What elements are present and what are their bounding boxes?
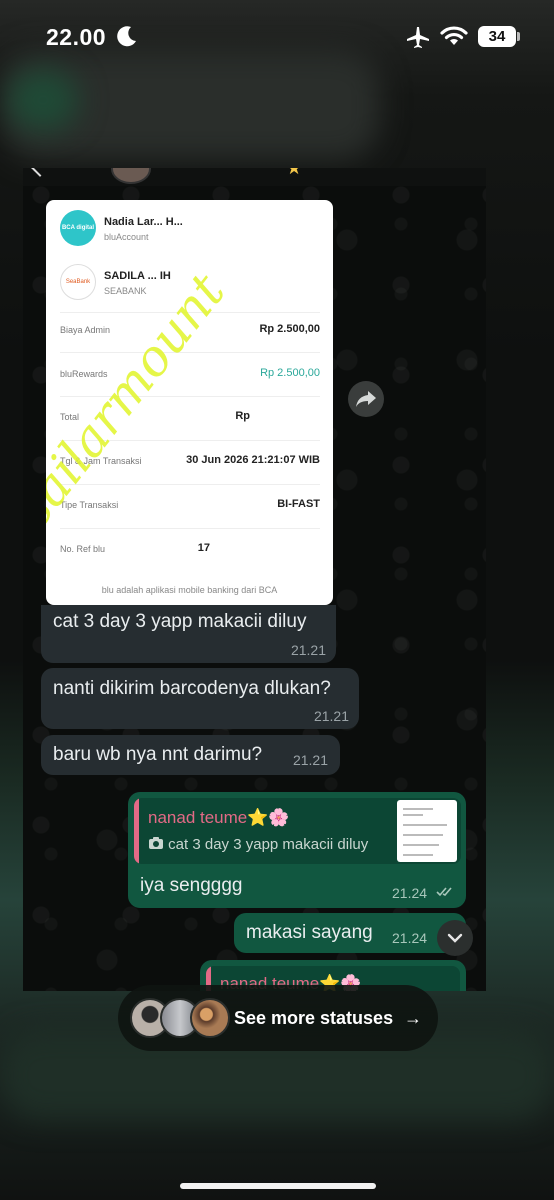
row-value: Rp 2.500,00 [259,323,320,335]
row-label: No. Ref blu [60,544,106,554]
row-value: Rp 2.500,00 [260,367,320,379]
row-value: BI-FAST [277,498,320,510]
row-value: Rp [235,410,250,422]
forward-button[interactable] [348,381,384,417]
airplane-icon [407,27,429,48]
message-time: 21.21 [292,752,328,768]
message-time: 21.24 [392,930,428,946]
message-bubble-incoming[interactable]: baru wb nya nnt darimu? 21.21 [41,735,340,775]
receipt-row: No. Ref blu 17 [60,540,320,560]
receiver-bank: SEABANK [104,286,147,296]
see-more-statuses-button[interactable]: See more statuses → [118,985,438,1051]
message-bubble-outgoing[interactable]: makasi sayang 21.24 [234,913,466,953]
status-avatar [190,998,230,1038]
clock: 22.00 [46,24,107,50]
battery-cap [517,32,520,41]
message-text: nanti dikirim barcodenya dlukan? [53,678,331,699]
message-bubble-incoming[interactable]: nanti dikirim barcodenya dlukan? 21.21 [41,668,359,729]
message-time: 21.21 [313,708,349,724]
status-bar: 22.00 34 [0,0,554,78]
row-value: 30 Jun 2026 21:21:07 WIB [186,454,320,466]
row-value: 17 [197,542,210,554]
receipt-image[interactable]: BCA digital Nadia Lar... H... bluAccount… [46,200,333,605]
camera-icon [149,837,163,849]
message-text: makasi sayang [246,922,373,943]
quoted-message[interactable]: nanad teume⭐🌸 cat 3 day 3 yapp makacii d… [134,798,461,864]
quote-text: cat 3 day 3 yapp makacii diluy [148,836,368,853]
message-time: 21.21 [290,642,326,658]
divider [60,528,320,529]
see-more-label: See more statuses [234,1008,394,1028]
message-text: iya sengggg [140,875,243,896]
quote-thumbnail [397,800,457,862]
moon-icon [117,26,136,47]
receipt-footer: blu adalah aplikasi mobile banking dari … [101,585,278,595]
receiver-name: SADILA ... IH [104,270,171,282]
read-receipt-icon [436,887,452,897]
home-indicator[interactable] [180,1183,376,1189]
chevron-down-icon [447,933,463,943]
background-blur [8,70,78,130]
quote-author: nanad teume⭐🌸 [148,808,290,827]
message-text: baru wb nya nnt darimu? [53,744,263,765]
wifi-icon [440,26,468,45]
sender-name: Nadia Lar... H... [104,216,183,228]
sender-account-type: bluAccount [104,232,149,242]
arrow-right-icon: → [404,1008,422,1028]
message-bubble-outgoing[interactable]: nanad teume⭐🌸 cat 3 day 3 yapp makacii d… [128,792,466,908]
quote-bar [134,798,139,864]
message-time: 21.24 [392,885,428,901]
quote-text-content: cat 3 day 3 yapp makacii diluy [168,836,369,853]
battery-icon: 34 [478,26,516,47]
bca-digital-logo: BCA digital [60,210,96,246]
row-label: Biaya Admin [60,325,111,335]
scroll-down-button[interactable] [437,920,473,956]
star-icon: ★ [286,168,303,178]
chat-header [23,168,486,186]
seabank-logo: SeaBank [60,264,96,300]
message-text: cat 3 day 3 yapp makacii diluy [53,611,307,632]
receipt-row: Tipe Transaksi BI-FAST [60,496,320,516]
chat-screenshot: ★ BCA digital Nadia Lar... H... bluAccou… [23,168,486,991]
forward-icon [356,391,376,407]
divider [60,484,320,485]
status-viewer: 22.00 34 ★ BCA digital Nadia Lar... H...… [0,0,554,1200]
message-bubble-incoming[interactable]: cat 3 day 3 yapp makacii diluy 21.21 [41,605,336,663]
